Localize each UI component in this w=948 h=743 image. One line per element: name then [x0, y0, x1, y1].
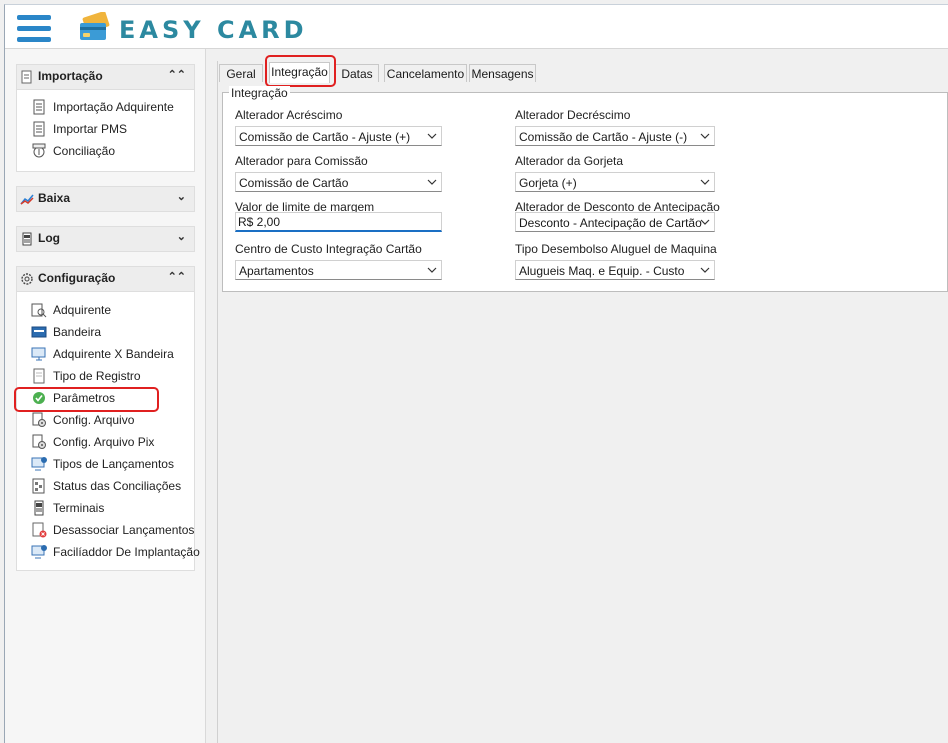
alterador-desconto-select[interactable]: Desconto - Antecipação de Cartão: [515, 212, 715, 232]
tipo-desembolso-label: Tipo Desembolso Aluguel de Maquina: [515, 242, 717, 256]
panel-title: Baixa: [38, 191, 71, 205]
groupbox-title: Integração: [229, 86, 290, 100]
panel-title: Importação: [38, 69, 103, 83]
sidebar-item-label: Status das Conciliações: [53, 479, 182, 493]
panel-header-importacao[interactable]: Importação ⌃⌃: [17, 65, 194, 90]
chevron-down-icon: [427, 179, 437, 185]
tab-label: Mensagens: [471, 67, 534, 81]
select-value: Gorjeta (+): [519, 176, 577, 190]
card-icon: [31, 326, 47, 338]
sidebar-item-label: Config. Arquivo Pix: [53, 435, 155, 449]
centro-custo-select[interactable]: Apartamentos: [235, 260, 442, 280]
tab-label: Datas: [341, 67, 373, 81]
chevron-down-icon: [427, 133, 437, 139]
valor-limite-input[interactable]: [238, 215, 428, 229]
tipo-desembolso-select[interactable]: Alugueis Maq. e Equip. - Custo: [515, 260, 715, 280]
chevron-up-icon: ⌃⌃: [167, 69, 186, 81]
hamburger-menu-icon[interactable]: [17, 15, 51, 43]
tab-label: Cancelamento: [386, 67, 465, 81]
select-value: Comissão de Cartão - Ajuste (+): [239, 130, 411, 144]
highlight-parametros: [14, 387, 159, 412]
alterador-gorjeta-label: Alterador da Gorjeta: [515, 154, 624, 168]
chevron-down-icon: ⌄: [176, 191, 186, 203]
sidebar-item-label: Importação Adquirente: [53, 100, 174, 114]
search-doc-icon: [31, 303, 47, 318]
select-value: Apartamentos: [239, 264, 314, 278]
sidebar-item-label: Conciliação: [53, 144, 116, 158]
select-value: Desconto - Antecipação de Cartão: [519, 216, 702, 230]
alterador-acrescimo-label: Alterador Acréscimo: [235, 108, 343, 122]
file-gear-icon: [32, 412, 46, 427]
valor-limite-input-box: [235, 212, 442, 232]
sidebar-item-label: Adquirente X Bandeira: [53, 347, 174, 361]
document-icon: [33, 121, 45, 137]
alterador-decrescimo-select[interactable]: Comissão de Cartão - Ajuste (-): [515, 126, 715, 146]
sidebar-item-label: Tipo de Registro: [53, 369, 141, 383]
chevron-up-icon: ⌃⌃: [167, 271, 186, 283]
tab-datas[interactable]: Datas: [335, 64, 379, 82]
sidebar-item-label: Config. Arquivo: [53, 413, 135, 427]
panel-importacao: Importação ⌃⌃ Importação Adquirente Impo…: [16, 64, 195, 172]
alterador-acrescimo-select[interactable]: Comissão de Cartão - Ajuste (+): [235, 126, 442, 146]
tab-mensagens[interactable]: Mensagens: [469, 64, 536, 82]
monitor-info-icon: [31, 457, 47, 471]
gear-icon: [21, 273, 33, 285]
document-import-icon: [21, 70, 32, 84]
sidebar-item-label: Tipos de Lançamentos: [53, 457, 174, 471]
centro-custo-label: Centro de Custo Integração Cartão: [235, 242, 422, 256]
sidebar-item-label: Adquirente: [53, 303, 112, 317]
tab-cancelamento[interactable]: Cancelamento: [384, 64, 467, 82]
select-value: Comissão de Cartão - Ajuste (-): [519, 130, 688, 144]
sidebar-item-label: Terminais: [53, 501, 105, 515]
app-title: EASY CARD: [119, 16, 308, 44]
credit-card-logo-icon: [80, 12, 110, 40]
panel-title: Log: [38, 231, 60, 245]
document-remove-icon: [32, 522, 47, 538]
file-gear-icon: [32, 434, 46, 449]
chevron-down-icon: [700, 133, 710, 139]
terminal-icon: [34, 500, 44, 516]
page-icon: [33, 368, 45, 384]
chevron-down-icon: [700, 219, 710, 225]
panel-baixa: Baixa ⌄: [16, 186, 195, 212]
sidebar-item-label: Facilíaddor De Implantação: [53, 545, 200, 559]
panel-header-baixa[interactable]: Baixa ⌄: [17, 187, 194, 212]
alterador-comissao-select[interactable]: Comissão de Cartão: [235, 172, 442, 192]
tab-geral[interactable]: Geral: [219, 64, 263, 82]
panel-log: Log ⌄: [16, 226, 195, 252]
app-header: EASY CARD: [5, 5, 948, 49]
monitor-icon: [31, 347, 46, 361]
sidebar-item-label: Bandeira: [53, 325, 102, 339]
panel-title: Configuração: [38, 271, 116, 285]
alterador-comissao-label: Alterador para Comissão: [235, 154, 368, 168]
monitor-info-icon: [31, 545, 47, 559]
chevron-down-icon: [700, 179, 710, 185]
panel-header-log[interactable]: Log ⌄: [17, 227, 194, 252]
sidebar-item-label: Importar PMS: [53, 122, 128, 136]
panel-header-configuracao[interactable]: Configuração ⌃⌃: [17, 267, 194, 292]
status-doc-icon: [32, 478, 45, 494]
alterador-decrescimo-label: Alterador Decréscimo: [515, 108, 631, 122]
reconcile-icon: [32, 143, 46, 158]
chart-icon: [20, 194, 34, 205]
alterador-gorjeta-select[interactable]: Gorjeta (+): [515, 172, 715, 192]
panel-configuracao: Configuração ⌃⌃ Adquirente Bandeira Adqu…: [16, 266, 200, 571]
chevron-down-icon: ⌄: [176, 231, 186, 243]
log-icon: [22, 232, 32, 246]
sidebar-item-label: Desassociar Lançamentos: [53, 523, 195, 537]
chevron-down-icon: [700, 267, 710, 273]
chevron-down-icon: [427, 267, 437, 273]
select-value: Comissão de Cartão: [239, 176, 349, 190]
highlight-integracao-tab: [265, 55, 336, 87]
tab-label: Geral: [226, 67, 256, 81]
select-value: Alugueis Maq. e Equip. - Custo: [519, 264, 685, 278]
document-icon: [33, 99, 45, 115]
